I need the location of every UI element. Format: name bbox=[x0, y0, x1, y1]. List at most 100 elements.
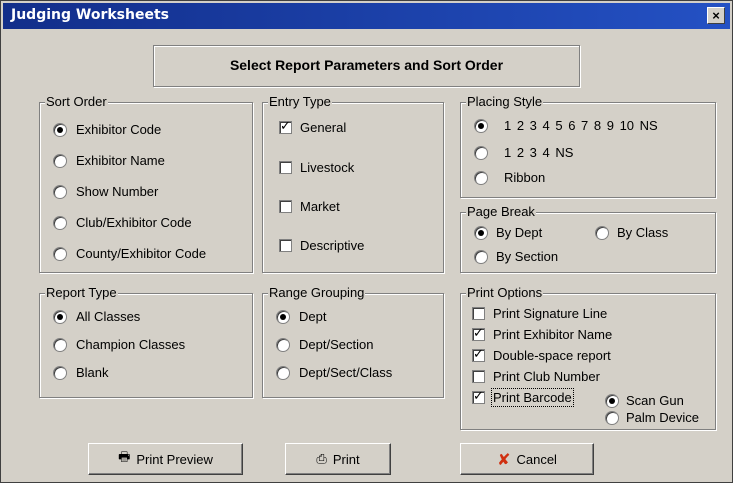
option-label: County/Exhibitor Code bbox=[76, 246, 207, 261]
page-break-by-dept[interactable]: By Dept bbox=[474, 225, 542, 240]
cancel-button[interactable]: ✘ Cancel bbox=[460, 443, 594, 475]
radio-button[interactable] bbox=[276, 337, 290, 352]
option-label: Palm Device bbox=[626, 410, 699, 425]
entry-type-general[interactable]: General bbox=[279, 119, 346, 135]
radio-button[interactable] bbox=[53, 153, 67, 168]
close-button[interactable]: × bbox=[707, 7, 725, 24]
option-label: Exhibitor Code bbox=[76, 122, 162, 137]
checkbox[interactable] bbox=[472, 347, 485, 362]
radio-button[interactable] bbox=[276, 365, 290, 380]
option-label: Scan Gun bbox=[626, 393, 684, 408]
placing-option-1-10[interactable]: 1 2 3 4 5 6 7 8 9 10 NS bbox=[474, 118, 658, 133]
checkbox[interactable] bbox=[472, 326, 485, 341]
option-label: Ribbon bbox=[504, 170, 546, 185]
sort-option-exhibitor-code[interactable]: Exhibitor Code bbox=[53, 122, 161, 137]
entry-type-legend: Entry Type bbox=[268, 94, 332, 110]
print-signature-line[interactable]: Print Signature Line bbox=[472, 306, 607, 321]
option-label: Club/Exhibitor Code bbox=[76, 215, 192, 230]
sort-option-county-exhibitor-code[interactable]: County/Exhibitor Code bbox=[53, 246, 206, 261]
title-bar: Judging Worksheets × bbox=[3, 3, 730, 29]
radio-button[interactable] bbox=[605, 393, 619, 408]
radio-button[interactable] bbox=[53, 337, 67, 352]
option-label: Livestock bbox=[300, 160, 355, 175]
checkbox[interactable] bbox=[279, 161, 292, 174]
page-break-legend: Page Break bbox=[466, 204, 536, 220]
print-exhibitor-name[interactable]: Print Exhibitor Name bbox=[472, 326, 613, 342]
entry-type-descriptive[interactable]: Descriptive bbox=[279, 238, 364, 253]
radio-button[interactable] bbox=[474, 118, 488, 133]
option-label: Dept/Sect/Class bbox=[299, 365, 393, 380]
option-label: Dept/Section bbox=[299, 337, 374, 352]
checkbox[interactable] bbox=[279, 119, 292, 134]
range-grouping-group: Range Grouping Dept Dept/Section Dept/Se… bbox=[262, 285, 444, 398]
option-label: Dept bbox=[299, 309, 327, 324]
radio-button[interactable] bbox=[474, 170, 488, 185]
option-label: Double-space report bbox=[493, 348, 611, 363]
double-space-report[interactable]: Double-space report bbox=[472, 347, 611, 363]
print-club-number[interactable]: Print Club Number bbox=[472, 369, 600, 384]
sort-option-show-number[interactable]: Show Number bbox=[53, 184, 158, 199]
option-label: Print Exhibitor Name bbox=[493, 327, 613, 342]
radio-button[interactable] bbox=[53, 184, 67, 199]
sort-order-group: Sort Order Exhibitor Code Exhibitor Name… bbox=[39, 94, 253, 273]
page-break-by-class[interactable]: By Class bbox=[595, 225, 668, 240]
entry-type-group: Entry Type General Livestock Market Desc… bbox=[262, 94, 444, 273]
window-title: Judging Worksheets bbox=[11, 7, 169, 23]
sort-option-exhibitor-name[interactable]: Exhibitor Name bbox=[53, 153, 165, 168]
sort-option-club-exhibitor-code[interactable]: Club/Exhibitor Code bbox=[53, 215, 192, 230]
print-button[interactable]: ⎙ Print bbox=[285, 443, 391, 475]
option-label: By Class bbox=[617, 225, 669, 240]
entry-type-livestock[interactable]: Livestock bbox=[279, 160, 354, 175]
placing-option-1-4[interactable]: 1 2 3 4 NS bbox=[474, 145, 573, 160]
button-label: Print bbox=[332, 451, 360, 467]
entry-type-market[interactable]: Market bbox=[279, 199, 340, 214]
print-barcode[interactable]: Print Barcode bbox=[472, 388, 574, 407]
radio-button[interactable] bbox=[53, 365, 67, 380]
checkbox[interactable] bbox=[472, 370, 485, 383]
radio-button[interactable] bbox=[595, 225, 609, 240]
range-grouping-dept-sect-class[interactable]: Dept/Sect/Class bbox=[276, 365, 392, 380]
page-break-group: Page Break By Dept By Class By Section bbox=[460, 204, 716, 273]
radio-button[interactable] bbox=[474, 249, 488, 264]
radio-button[interactable] bbox=[53, 215, 67, 230]
placing-option-ribbon[interactable]: Ribbon bbox=[474, 170, 545, 185]
barcode-device-scan-gun[interactable]: Scan Gun bbox=[605, 393, 684, 408]
report-type-blank[interactable]: Blank bbox=[53, 365, 109, 380]
report-type-champion-classes[interactable]: Champion Classes bbox=[53, 337, 185, 352]
radio-button[interactable] bbox=[276, 309, 290, 324]
option-label: Descriptive bbox=[300, 238, 365, 253]
radio-button[interactable] bbox=[53, 122, 67, 137]
print-preview-icon: 🖶 bbox=[118, 450, 131, 465]
radio-button[interactable] bbox=[474, 225, 488, 240]
barcode-device-palm[interactable]: Palm Device bbox=[605, 410, 699, 425]
option-label: All Classes bbox=[76, 309, 141, 324]
close-icon: × bbox=[712, 8, 720, 23]
option-label: Exhibitor Name bbox=[76, 153, 165, 168]
range-grouping-dept-section[interactable]: Dept/Section bbox=[276, 337, 373, 352]
report-type-all-classes[interactable]: All Classes bbox=[53, 309, 140, 324]
print-options-group: Print Options Print Signature Line Print… bbox=[460, 285, 716, 430]
button-label: Print Preview bbox=[136, 451, 213, 467]
print-preview-button[interactable]: 🖶 Print Preview bbox=[88, 443, 243, 475]
report-parameters-banner: Select Report Parameters and Sort Order bbox=[153, 45, 580, 87]
checkbox[interactable] bbox=[279, 239, 292, 252]
range-grouping-legend: Range Grouping bbox=[268, 285, 366, 301]
radio-button[interactable] bbox=[53, 309, 67, 324]
checkbox[interactable] bbox=[472, 389, 485, 404]
radio-button[interactable] bbox=[53, 246, 67, 261]
range-grouping-dept[interactable]: Dept bbox=[276, 309, 326, 324]
radio-button[interactable] bbox=[474, 145, 488, 160]
option-label: By Section bbox=[496, 249, 559, 264]
radio-button[interactable] bbox=[605, 410, 619, 425]
option-label: 1 2 3 4 NS bbox=[504, 145, 574, 160]
option-label: Champion Classes bbox=[76, 337, 186, 352]
page-break-by-section[interactable]: By Section bbox=[474, 249, 558, 264]
checkbox[interactable] bbox=[472, 307, 485, 320]
placing-style-legend: Placing Style bbox=[466, 94, 544, 110]
option-label: Print Barcode bbox=[491, 388, 574, 407]
option-label: Print Signature Line bbox=[493, 306, 608, 321]
option-label: Print Club Number bbox=[493, 369, 600, 384]
placing-style-group: Placing Style 1 2 3 4 5 6 7 8 9 10 NS 1 … bbox=[460, 94, 716, 198]
cancel-x-icon: ✘ bbox=[497, 449, 511, 469]
checkbox[interactable] bbox=[279, 200, 292, 213]
